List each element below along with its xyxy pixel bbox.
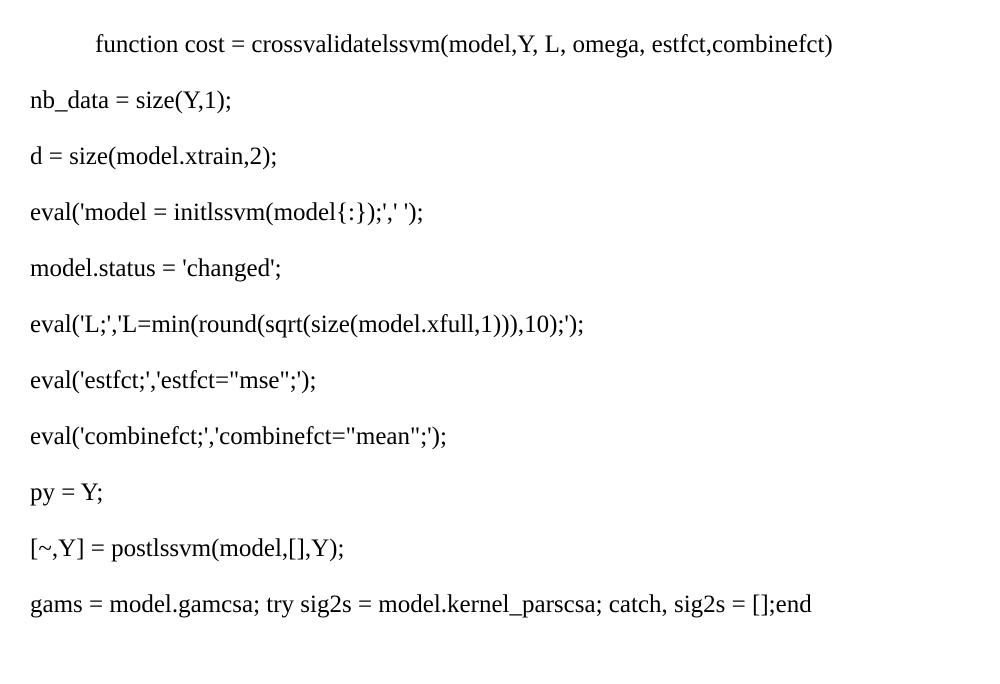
code-line-function: function cost = crossvalidatelssvm(model… — [30, 30, 970, 60]
code-line: [~,Y] = postlssvm(model,[],Y); — [30, 534, 970, 564]
code-line: py = Y; — [30, 478, 970, 508]
code-line: eval('estfct;','estfct="mse";'); — [30, 366, 970, 396]
code-line: gams = model.gamcsa; try sig2s = model.k… — [30, 590, 970, 620]
code-line: eval('combinefct;','combinefct="mean";')… — [30, 422, 970, 452]
code-line: eval('L;','L=min(round(sqrt(size(model.x… — [30, 310, 970, 340]
code-line: model.status = 'changed'; — [30, 254, 970, 284]
code-line: d = size(model.xtrain,2); — [30, 142, 970, 172]
code-line: nb_data = size(Y,1); — [30, 86, 970, 116]
code-line: eval('model = initlssvm(model{:});',' ')… — [30, 198, 970, 228]
